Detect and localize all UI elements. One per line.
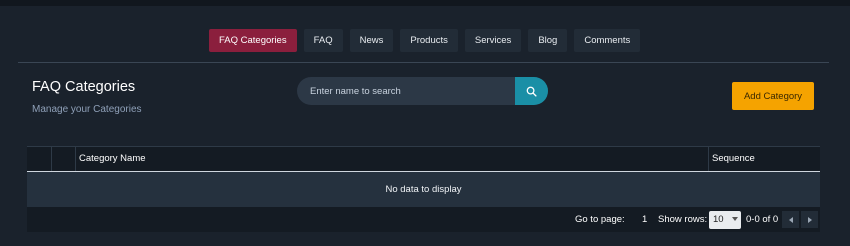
categories-table: Category Name Sequence No data to displa…	[27, 146, 820, 232]
page-title: FAQ Categories	[32, 79, 136, 95]
section-tabs: FAQ Categories FAQ News Products Service…	[209, 29, 641, 52]
tab-news[interactable]: News	[349, 29, 394, 52]
chevron-right-icon	[807, 216, 812, 223]
tab-products[interactable]: Products	[400, 29, 458, 52]
go-to-page-label: Go to page:	[575, 214, 625, 225]
search-button[interactable]	[515, 77, 548, 105]
rows-per-page-value: 10	[713, 214, 724, 225]
tab-faq[interactable]: FAQ	[303, 29, 343, 52]
column-header-category-name[interactable]: Category Name	[79, 147, 146, 171]
page-number-input[interactable]: 1	[642, 207, 647, 232]
column-divider	[51, 147, 52, 171]
table-header: Category Name Sequence	[27, 146, 820, 172]
row-range: 0-0 of 0	[746, 214, 779, 225]
rows-per-page-select[interactable]: 10	[709, 211, 741, 229]
tab-services[interactable]: Services	[464, 29, 522, 52]
tab-comments[interactable]: Comments	[574, 29, 641, 52]
show-rows-label: Show rows:	[658, 214, 708, 225]
tab-faq-categories[interactable]: FAQ Categories	[209, 29, 297, 52]
next-page-button[interactable]	[801, 211, 818, 228]
search-input[interactable]	[297, 77, 520, 105]
chevron-down-icon	[732, 217, 738, 221]
column-divider	[708, 147, 709, 171]
pagination-bar: Go to page: 1 Show rows: 10 0-0 of 0	[27, 207, 820, 232]
column-divider	[75, 147, 76, 171]
search-box	[297, 77, 548, 105]
empty-message: No data to display	[27, 172, 820, 207]
search-icon	[526, 86, 537, 97]
previous-page-button[interactable]	[782, 211, 799, 228]
page-subtitle: Manage your Categories	[32, 104, 142, 115]
add-category-button[interactable]: Add Category	[732, 82, 814, 110]
column-header-sequence[interactable]: Sequence	[712, 147, 755, 171]
header-divider	[18, 62, 829, 63]
chevron-left-icon	[788, 216, 793, 223]
tab-blog[interactable]: Blog	[528, 29, 568, 52]
top-bar	[0, 0, 850, 6]
